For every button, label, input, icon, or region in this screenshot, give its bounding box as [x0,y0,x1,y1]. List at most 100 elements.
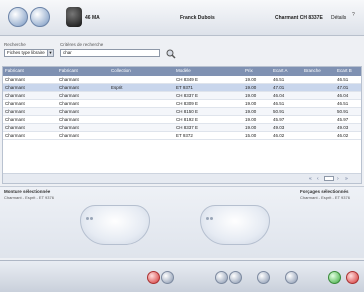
col-collection[interactable]: Collection [111,68,131,73]
left-lens-image [80,205,150,245]
col-branche[interactable]: Branche [304,68,321,73]
table-row[interactable]: Charmant Charmant CH 8337 E 19.00 49.03 … [3,124,361,132]
table-row[interactable]: Charmant Charmant CH 8337 E 19.00 46.04 … [3,92,361,100]
lens-option-button[interactable] [285,271,298,284]
table-cell: Charmant [59,109,79,114]
table-cell: CH 8150 E [176,109,199,114]
selected-frame-title: Monture sélectionnée [4,189,51,194]
table-cell: 46.51 [337,77,349,82]
results-table: Fabricant Fabricant Collection Modèle Pr… [2,66,362,184]
col-prix[interactable]: Prix [245,68,253,73]
table-cell: Charmant [59,93,79,98]
table-cell: CH 8337 E [176,125,199,130]
reset-button[interactable] [147,271,160,284]
back-button[interactable] [161,271,174,284]
col-ecart-b[interactable]: Ecart B [337,68,352,73]
table-cell: 49.03 [337,125,349,130]
table-cell: 46.51 [337,101,349,106]
table-cell: 19.00 [245,117,257,122]
table-cell: 19.00 [245,85,257,90]
table-cell: 46.02 [337,133,349,138]
table-cell: Charmant [5,93,25,98]
table-cell: 19.00 [245,93,257,98]
table-cell: 50.91 [273,109,285,114]
table-row[interactable]: Charmant Charmant CH 8150 E 19.00 50.91 … [3,108,361,116]
table-cell: 19.00 [245,109,257,114]
hinge-dot [206,217,209,220]
table-cell: CH 8309 E [176,101,199,106]
search-panel: Recherche Fiches type libraire ▼ Critère… [0,37,364,64]
table-cell: Charmant [59,85,79,90]
table-cell: Charmant [5,117,25,122]
table-cell: 49.03 [273,125,285,130]
lens-option-button[interactable] [215,271,228,284]
hinge-dot [210,217,213,220]
col-fabricant[interactable]: Fabricant [5,68,24,73]
selected-options-title: Forçages sélectionnés [300,189,349,194]
table-cell: 50.91 [337,109,349,114]
table-cell: Charmant [5,85,25,90]
table-header: Fabricant Fabricant Collection Modèle Pr… [3,67,361,76]
table-cell: Esprit [111,85,123,90]
search-icon[interactable] [166,49,176,59]
first-page-button[interactable]: « [309,176,312,182]
table-cell: Charmant [59,77,79,82]
col-modele[interactable]: Modèle [176,68,191,73]
top-toolbar: 46 MA Franck Dubois Charmant CH 8337E Dé… [0,0,364,36]
table-cell: CH 8337 E [176,93,199,98]
globe-button[interactable] [30,7,50,27]
selected-frame-subtitle: Charmant - Esprit - ET 9376 [4,195,54,200]
table-cell: 45.97 [273,117,285,122]
table-cell: Charmant [5,101,25,106]
frame-preview-panel: Monture sélectionnée Charmant - Esprit -… [0,186,364,258]
search-mode-value: Fiches type libraire [7,50,45,55]
validate-button[interactable] [328,271,341,284]
col-fabricant-2[interactable]: Fabricant [59,68,78,73]
table-cell: 15.00 [245,133,257,138]
search-input[interactable]: char [60,49,160,57]
cancel-button[interactable] [346,271,359,284]
col-ecart-a[interactable]: Ecart A [273,68,288,73]
last-page-button[interactable]: » [345,176,348,182]
lens-option-button[interactable] [257,271,270,284]
table-cell: 47.01 [273,85,285,90]
next-page-button[interactable]: › [337,176,339,182]
home-button[interactable] [8,7,28,27]
criteria-label: Critères de recherche [60,42,104,47]
table-cell: 46.04 [273,93,285,98]
table-row[interactable]: Charmant Charmant ET 9372 15.00 46.02 46… [3,132,361,140]
table-row[interactable]: Charmant Charmant CH 8192 E 19.00 45.97 … [3,116,361,124]
table-cell: ET 9371 [176,85,193,90]
table-cell: 47.01 [337,85,349,90]
table-cell: CH 8192 E [176,117,199,122]
hinge-dot [86,217,89,220]
table-cell: Charmant [59,125,79,130]
page-number-field[interactable] [324,176,334,181]
selected-options-subtitle: Charmant - Esprit - ET 9376 [300,195,350,200]
prev-page-button[interactable]: ‹ [317,176,319,182]
table-cell: Charmant [5,109,25,114]
table-row[interactable]: Charmant Charmant CH 8349 E 19.00 46.51 … [3,76,361,84]
user-avatar-icon[interactable] [66,7,82,27]
bottom-toolbar [0,260,364,292]
details-link[interactable]: Détails [331,15,346,21]
right-lens-image [200,205,270,245]
table-cell: 46.02 [273,133,285,138]
table-cell: Charmant [5,133,25,138]
table-cell: 19.00 [245,125,257,130]
help-icon[interactable]: ? [352,12,355,18]
table-cell: 19.00 [245,101,257,106]
table-cell: Charmant [5,77,25,82]
table-pager: « ‹ › » [3,173,361,183]
search-mode-select[interactable]: Fiches type libraire ▼ [4,49,54,57]
table-cell: 19.00 [245,77,257,82]
chevron-down-icon: ▼ [47,50,53,56]
table-row-selected[interactable]: Charmant Charmant Esprit ET 9371 19.00 4… [3,84,361,92]
table-row[interactable]: Charmant Charmant CH 8309 E 19.00 46.51 … [3,100,361,108]
table-cell: Charmant [59,117,79,122]
table-cell: Charmant [59,133,79,138]
user-code: 46 MA [85,15,100,21]
table-cell: ET 9372 [176,133,193,138]
lens-option-button[interactable] [229,271,242,284]
table-cell: 46.51 [273,101,285,106]
